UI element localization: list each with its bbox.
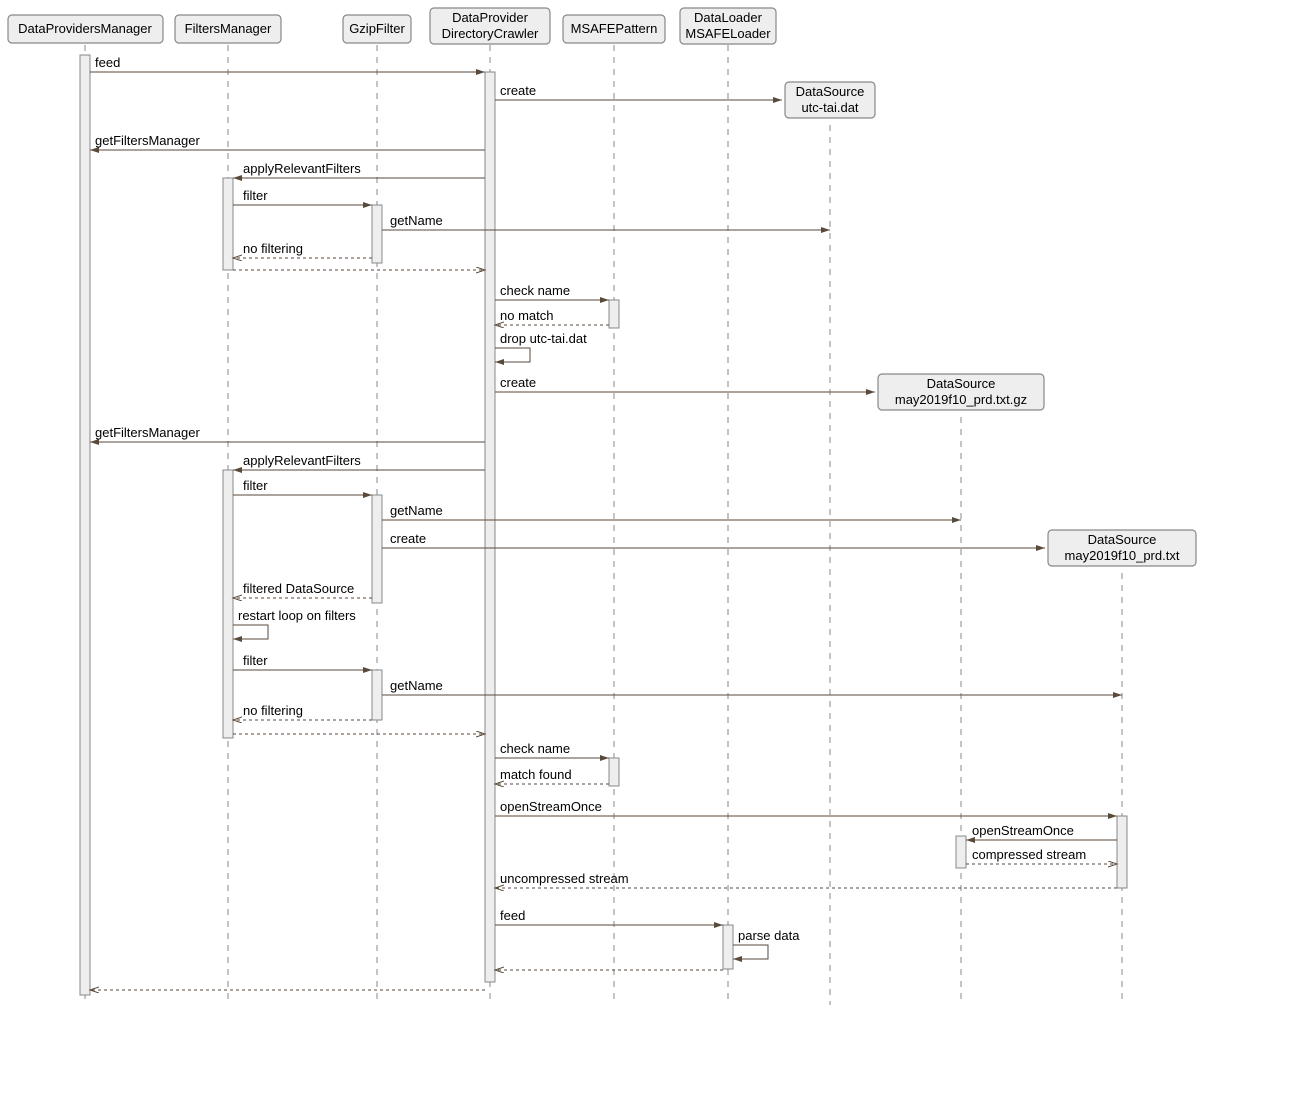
activation-ds3 (1117, 816, 1127, 888)
svg-text:no match: no match (500, 308, 553, 323)
svg-text:MSAFELoader: MSAFELoader (685, 26, 771, 41)
svg-text:check name: check name (500, 741, 570, 756)
svg-text:no filtering: no filtering (243, 703, 303, 718)
svg-text:DataSource: DataSource (927, 376, 996, 391)
svg-text:may2019f10_prd.txt: may2019f10_prd.txt (1065, 548, 1180, 563)
activation-ml (723, 925, 733, 969)
msg-restart-loop (233, 625, 268, 639)
activation-gz-3 (372, 670, 382, 720)
svg-text:DataProvider: DataProvider (452, 10, 529, 25)
svg-text:filter: filter (243, 478, 268, 493)
msg-drop (495, 348, 530, 362)
activation-dpm (80, 55, 90, 995)
svg-text:filter: filter (243, 188, 268, 203)
svg-text:DataSource: DataSource (1088, 532, 1157, 547)
svg-text:getFiltersManager: getFiltersManager (95, 425, 200, 440)
svg-text:getName: getName (390, 503, 443, 518)
activation-gz-2 (372, 495, 382, 603)
participant-ds2: DataSource may2019f10_prd.txt.gz (878, 374, 1044, 410)
svg-text:openStreamOnce: openStreamOnce (500, 799, 602, 814)
svg-text:applyRelevantFilters: applyRelevantFilters (243, 453, 361, 468)
svg-text:openStreamOnce: openStreamOnce (972, 823, 1074, 838)
svg-text:DataLoader: DataLoader (694, 10, 763, 25)
svg-text:FiltersManager: FiltersManager (185, 21, 272, 36)
svg-text:utc-tai.dat: utc-tai.dat (801, 100, 858, 115)
participant-dpm: DataProvidersManager (8, 15, 163, 43)
svg-text:getName: getName (390, 213, 443, 228)
svg-text:filter: filter (243, 653, 268, 668)
svg-text:filtered DataSource: filtered DataSource (243, 581, 354, 596)
svg-text:DataProvidersManager: DataProvidersManager (18, 21, 152, 36)
activation-ds2-stream (956, 836, 966, 868)
msg-parse-data (733, 945, 768, 959)
svg-text:feed: feed (95, 55, 120, 70)
svg-text:DirectoryCrawler: DirectoryCrawler (442, 26, 539, 41)
activation-gz-1 (372, 205, 382, 263)
participant-gz: GzipFilter (343, 15, 411, 43)
participant-dc: DataProvider DirectoryCrawler (430, 8, 550, 44)
svg-text:match found: match found (500, 767, 572, 782)
participant-ds3: DataSource may2019f10_prd.txt (1048, 530, 1196, 566)
activation-fm-1 (223, 178, 233, 270)
svg-text:feed: feed (500, 908, 525, 923)
participant-fm: FiltersManager (175, 15, 281, 43)
svg-text:MSAFEPattern: MSAFEPattern (571, 21, 658, 36)
svg-text:create: create (500, 375, 536, 390)
participant-ds1: DataSource utc-tai.dat (785, 82, 875, 118)
activation-dc (485, 72, 495, 982)
activation-mp-1 (609, 300, 619, 328)
svg-text:check name: check name (500, 283, 570, 298)
svg-text:create: create (500, 83, 536, 98)
svg-text:drop utc-tai.dat: drop utc-tai.dat (500, 331, 587, 346)
svg-text:getName: getName (390, 678, 443, 693)
svg-text:GzipFilter: GzipFilter (349, 21, 405, 36)
activation-mp-2 (609, 758, 619, 786)
svg-text:DataSource: DataSource (796, 84, 865, 99)
svg-text:getFiltersManager: getFiltersManager (95, 133, 200, 148)
svg-text:no filtering: no filtering (243, 241, 303, 256)
svg-text:applyRelevantFilters: applyRelevantFilters (243, 161, 361, 176)
svg-text:restart loop on filters: restart loop on filters (238, 608, 356, 623)
svg-text:uncompressed stream: uncompressed stream (500, 871, 629, 886)
sequence-diagram: DataProvidersManager FiltersManager Gzip… (0, 0, 1313, 1103)
svg-text:create: create (390, 531, 426, 546)
activation-fm-2 (223, 470, 233, 738)
svg-text:compressed stream: compressed stream (972, 847, 1086, 862)
svg-text:parse data: parse data (738, 928, 800, 943)
svg-text:may2019f10_prd.txt.gz: may2019f10_prd.txt.gz (895, 392, 1027, 407)
participant-mp: MSAFEPattern (563, 15, 665, 43)
participant-ml: DataLoader MSAFELoader (680, 8, 776, 44)
